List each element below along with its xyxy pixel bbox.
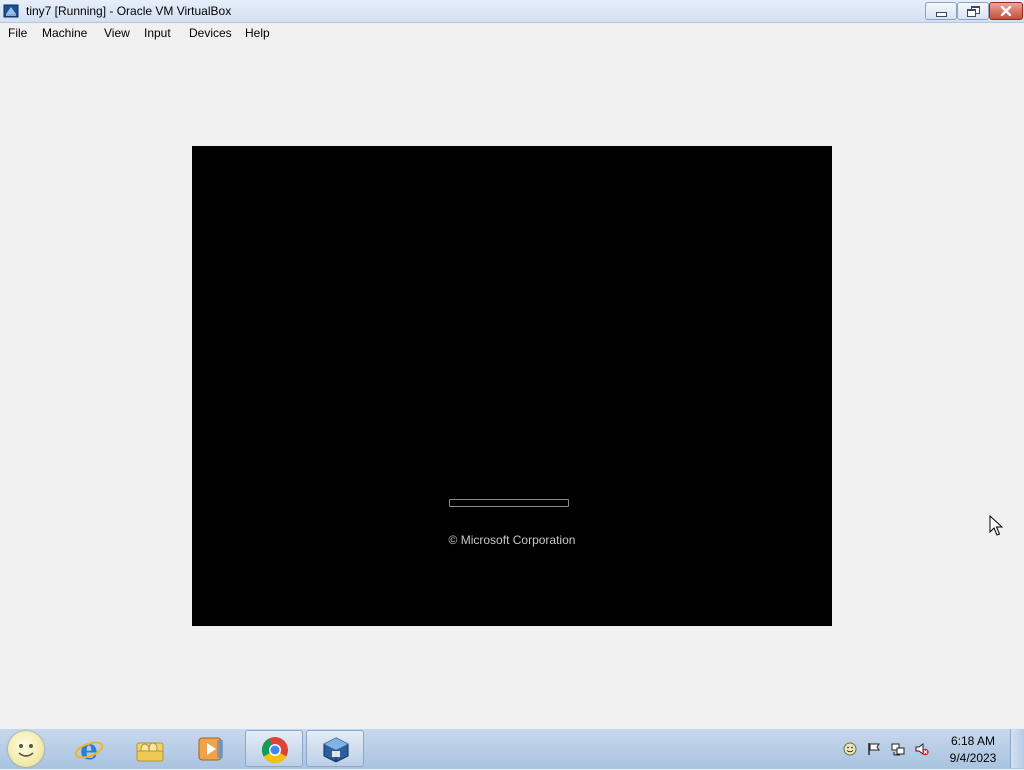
clock-date[interactable]: 9/4/2023 [940,751,1006,765]
action-center-flag-icon[interactable] [867,742,881,756]
window-title: tiny7 [Running] - Oracle VM VirtualBox [26,4,232,18]
taskbar-virtualbox[interactable] [306,730,364,767]
close-icon [1000,6,1012,16]
title-bar[interactable]: tiny7 [Running] - Oracle VM VirtualBox [0,0,1024,23]
clock-time[interactable]: 6:18 AM [940,734,1006,748]
menu-bar: File Machine View Input Devices Help [0,23,1024,43]
virtualbox-app-icon[interactable] [3,3,19,19]
smiley-start-icon [18,744,34,757]
menu-help[interactable]: Help [245,26,270,40]
menu-input[interactable]: Input [144,26,171,40]
show-desktop-button[interactable] [1010,729,1024,768]
menu-view[interactable]: View [104,26,130,40]
taskbar-chrome[interactable] [245,730,303,767]
minimize-icon [935,11,947,17]
taskbar-windows-explorer[interactable] [121,730,179,767]
copyright-text: © Microsoft Corporation [448,533,576,547]
minimize-button[interactable] [925,2,957,20]
chrome-icon [261,737,288,764]
mouse-pointer-icon [989,515,1003,536]
restore-icon [967,6,980,17]
media-player-icon [198,737,223,761]
vm-display[interactable]: © Microsoft Corporation [192,146,832,626]
menu-machine[interactable]: Machine [42,26,87,40]
menu-file[interactable]: File [8,26,27,40]
virtualbox-icon [323,737,349,763]
start-button[interactable] [8,731,44,767]
restore-button[interactable] [957,2,989,20]
menu-devices[interactable]: Devices [189,26,232,40]
svg-text:e: e [80,735,98,763]
network-icon[interactable] [891,742,905,756]
folder-icon [136,742,164,762]
taskbar-media-player[interactable] [182,730,240,767]
volume-muted-icon[interactable] [915,742,929,756]
close-button[interactable] [989,2,1023,20]
smiley-icon[interactable] [843,742,857,756]
taskbar-internet-explorer[interactable]: e [60,730,118,767]
boot-progress-bar [449,499,569,507]
internet-explorer-icon: e [74,735,104,763]
